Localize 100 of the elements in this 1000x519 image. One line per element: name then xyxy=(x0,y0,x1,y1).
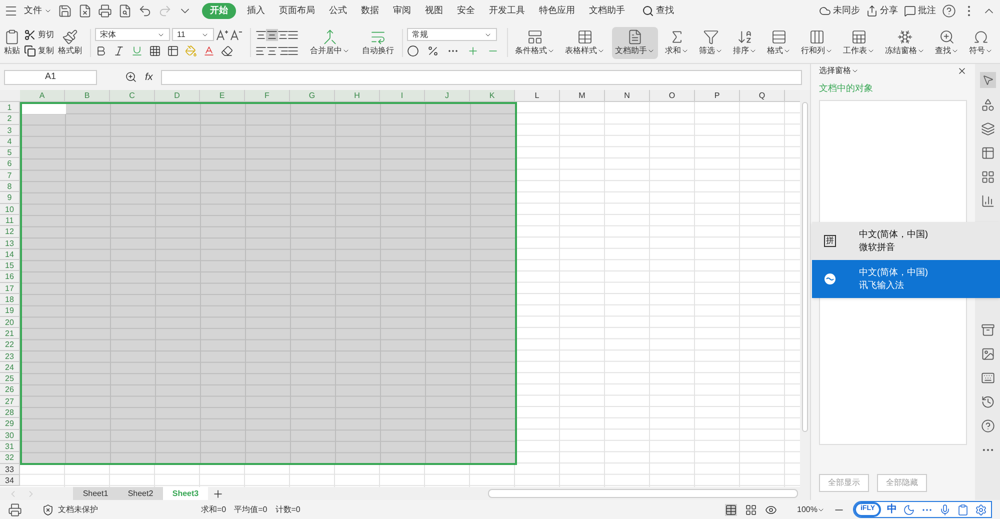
ribbon-tab[interactable]: 特色应用 xyxy=(532,4,582,18)
ime-mode[interactable]: 中 xyxy=(887,502,897,517)
cut-button[interactable]: 剪切 xyxy=(24,28,54,40)
column-header[interactable]: O xyxy=(650,90,695,101)
format-painter-button[interactable]: 格式刷 xyxy=(58,28,91,56)
ribbon-button[interactable]: 查找 xyxy=(932,26,962,58)
history-icon[interactable] xyxy=(980,395,994,409)
row-header[interactable]: 25 xyxy=(0,373,20,384)
row-header[interactable]: 33 xyxy=(0,464,20,475)
ribbon-tab[interactable]: 安全 xyxy=(450,4,482,18)
ribbon-button[interactable]: 筛选 xyxy=(696,26,726,58)
cell-style-icon[interactable] xyxy=(167,45,179,57)
fill-color-icon[interactable] xyxy=(185,45,197,57)
pointer-icon[interactable] xyxy=(980,72,996,88)
row-header[interactable]: 26 xyxy=(0,384,20,396)
column-header[interactable]: M xyxy=(560,90,605,101)
page-view-icon[interactable] xyxy=(745,504,757,516)
printer-icon[interactable] xyxy=(8,502,22,516)
table-icon[interactable] xyxy=(980,146,994,160)
font-name-field[interactable]: 宋体 xyxy=(95,28,170,41)
ribbon-tab[interactable]: 数据 xyxy=(354,4,386,18)
ribbon-button[interactable]: 行和列 xyxy=(798,26,836,58)
row-header[interactable]: 24 xyxy=(0,362,20,374)
row-header[interactable]: 27 xyxy=(0,396,20,408)
ribbon-tab[interactable]: 审阅 xyxy=(386,4,418,18)
help-icon[interactable] xyxy=(980,419,994,433)
ribbon-tab[interactable]: 公式 xyxy=(322,4,354,18)
ribbon-button[interactable]: 条件格式 xyxy=(512,26,558,58)
row-header[interactable]: 4 xyxy=(0,136,20,148)
row-header[interactable]: 30 xyxy=(0,430,20,441)
row-header[interactable]: 14 xyxy=(0,248,20,260)
ribbon-button[interactable]: 排序 xyxy=(730,26,760,58)
undo-icon[interactable] xyxy=(138,4,152,18)
layers-icon[interactable] xyxy=(980,122,994,136)
row-header[interactable]: 1 xyxy=(0,102,20,114)
toolbar-action[interactable]: 批注 xyxy=(904,4,936,18)
row-header[interactable]: 6 xyxy=(0,158,20,170)
row-header[interactable]: 7 xyxy=(0,170,20,182)
archive-icon[interactable] xyxy=(980,323,994,337)
row-header[interactable]: 12 xyxy=(0,226,20,238)
clear-icon[interactable] xyxy=(221,45,233,57)
ribbon-button[interactable]: 表格样式 xyxy=(562,26,608,58)
row-header[interactable]: 20 xyxy=(0,316,20,328)
function-label[interactable]: fx xyxy=(145,70,153,84)
ribbon-tab[interactable]: 插入 xyxy=(240,4,272,18)
column-header[interactable]: P xyxy=(695,90,740,101)
column-header[interactable]: I xyxy=(380,90,425,101)
row-header[interactable]: 16 xyxy=(0,271,20,283)
row-header[interactable]: 2 xyxy=(0,113,20,125)
column-header[interactable]: B xyxy=(65,90,110,101)
font-color-icon[interactable] xyxy=(203,45,215,57)
settings-icon[interactable] xyxy=(975,504,987,516)
help-icon[interactable] xyxy=(942,4,956,18)
horizontal-scrollbar[interactable] xyxy=(488,489,798,498)
row-header[interactable]: 8 xyxy=(0,181,20,192)
pane-title[interactable]: 选择窗格 xyxy=(819,65,859,77)
row-header[interactable]: 13 xyxy=(0,238,20,249)
column-header[interactable]: N xyxy=(605,90,650,101)
normal-view-icon[interactable] xyxy=(725,504,737,516)
ribbon-button[interactable]: 冻结窗格 xyxy=(882,26,928,58)
ribbon-button[interactable]: 工作表 xyxy=(840,26,878,58)
merge-button[interactable]: 合并居中 xyxy=(302,28,358,56)
zoom-icon[interactable] xyxy=(125,71,137,83)
column-header[interactable]: Q xyxy=(740,90,785,101)
wrap-text-button[interactable]: 自动换行 xyxy=(362,28,403,56)
search-button[interactable]: 查找 xyxy=(638,4,678,18)
align-top-icon[interactable] xyxy=(255,28,267,40)
menu-icon[interactable] xyxy=(4,4,18,18)
align-bottom-icon[interactable] xyxy=(276,28,288,40)
ribbon-button[interactable]: 符号 xyxy=(966,26,996,58)
font-size-field[interactable]: 11 xyxy=(172,28,214,41)
toolbar-action[interactable]: 未同步 xyxy=(819,4,860,18)
decrease-font-icon[interactable] xyxy=(230,28,242,40)
file-menu[interactable]: 文件 xyxy=(24,4,52,18)
row-header[interactable]: 21 xyxy=(0,328,20,340)
input-method-menu[interactable]: 拼 中文(简体，中国) 微软拼音 中文(简体，中国) 讯飞输入法 xyxy=(812,222,1000,298)
sheet-tab[interactable]: Sheet1 xyxy=(73,487,118,500)
ribbon-tab[interactable]: 文档助手 xyxy=(582,4,632,18)
row-header[interactable]: 32 xyxy=(0,452,20,464)
protection-status[interactable]: 文档未保护 xyxy=(42,504,98,516)
align-middle-icon[interactable] xyxy=(266,28,278,40)
input-method-item[interactable]: 中文(简体，中国) 讯飞输入法 xyxy=(812,260,1000,298)
row-header[interactable]: 31 xyxy=(0,440,20,452)
ribbon-button[interactable]: 求和 xyxy=(662,26,692,58)
row-header[interactable]: 34 xyxy=(0,474,20,486)
row-header[interactable]: 3 xyxy=(0,124,20,136)
print-icon[interactable] xyxy=(98,4,112,18)
row-header[interactable]: 10 xyxy=(0,204,20,215)
align-left-icon[interactable] xyxy=(255,44,267,56)
keyboard-icon[interactable] xyxy=(980,371,994,385)
row-header[interactable]: 17 xyxy=(0,282,20,294)
export-icon[interactable] xyxy=(78,4,92,18)
save-icon[interactable] xyxy=(58,4,72,18)
justify-icon[interactable] xyxy=(287,44,300,56)
input-method-item[interactable]: 拼 中文(简体，中国) 微软拼音 xyxy=(812,222,1000,260)
toolbar-action[interactable]: 分享 xyxy=(866,4,898,18)
sheet-tab[interactable]: Sheet2 xyxy=(118,487,163,500)
eye-icon[interactable] xyxy=(765,504,777,516)
borders-icon[interactable] xyxy=(149,45,161,57)
row-header[interactable]: 23 xyxy=(0,350,20,362)
